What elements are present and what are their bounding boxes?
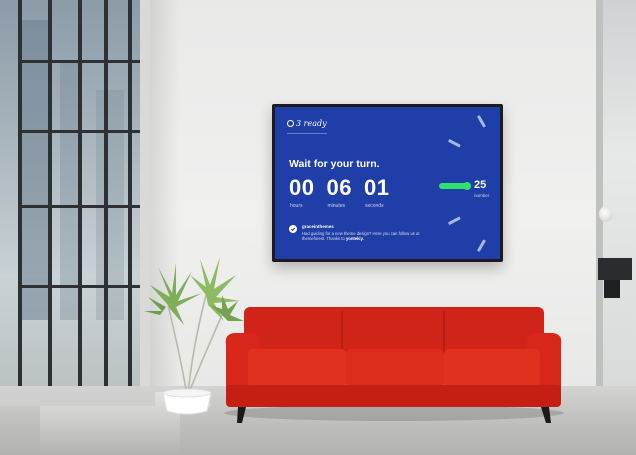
countdown-timer: 00 hours 06 minutes 01 seconds (289, 175, 390, 210)
brand-logo: 3 ready (287, 119, 327, 128)
message-body: Had guiding for a new theme design? Here… (302, 231, 420, 242)
dial-tick (447, 216, 461, 225)
dial-tick (476, 115, 486, 128)
queue-indicator (439, 182, 471, 190)
queue-number: 25 (474, 179, 487, 191)
check-circle-icon (289, 225, 297, 233)
dial-tick (476, 239, 486, 252)
queue-label: number (474, 193, 490, 198)
seconds-value: 01 (363, 175, 390, 200)
countdown-minutes: 06 minutes (326, 175, 352, 210)
hours-label: hours (290, 203, 303, 209)
hours-value: 00 (289, 175, 315, 200)
lamp-icon (599, 206, 613, 222)
minutes-label: minutes (327, 203, 345, 209)
window (0, 0, 150, 410)
red-sofa (224, 307, 564, 423)
dial-tick (447, 139, 461, 148)
queue-screen: 3 ready Wait for your turn. 00 hours 06 … (275, 107, 500, 259)
countdown-hours: 00 hours (289, 175, 315, 210)
logo-text: 3 ready (296, 119, 327, 128)
minutes-value: 06 (326, 175, 352, 200)
wall-display: 3 ready Wait for your turn. 00 hours 06 … (272, 104, 503, 262)
headline: Wait for your turn. (289, 158, 380, 170)
room-scene: 3 ready Wait for your turn. 00 hours 06 … (0, 0, 636, 455)
message-link[interactable]: yontekiy. (346, 236, 364, 241)
logo-mark-icon (287, 120, 294, 127)
countdown-seconds: 01 seconds (363, 175, 390, 210)
seconds-label: seconds (364, 203, 384, 209)
adjacent-room (596, 0, 636, 390)
message-author: graceinthemes (302, 224, 334, 229)
